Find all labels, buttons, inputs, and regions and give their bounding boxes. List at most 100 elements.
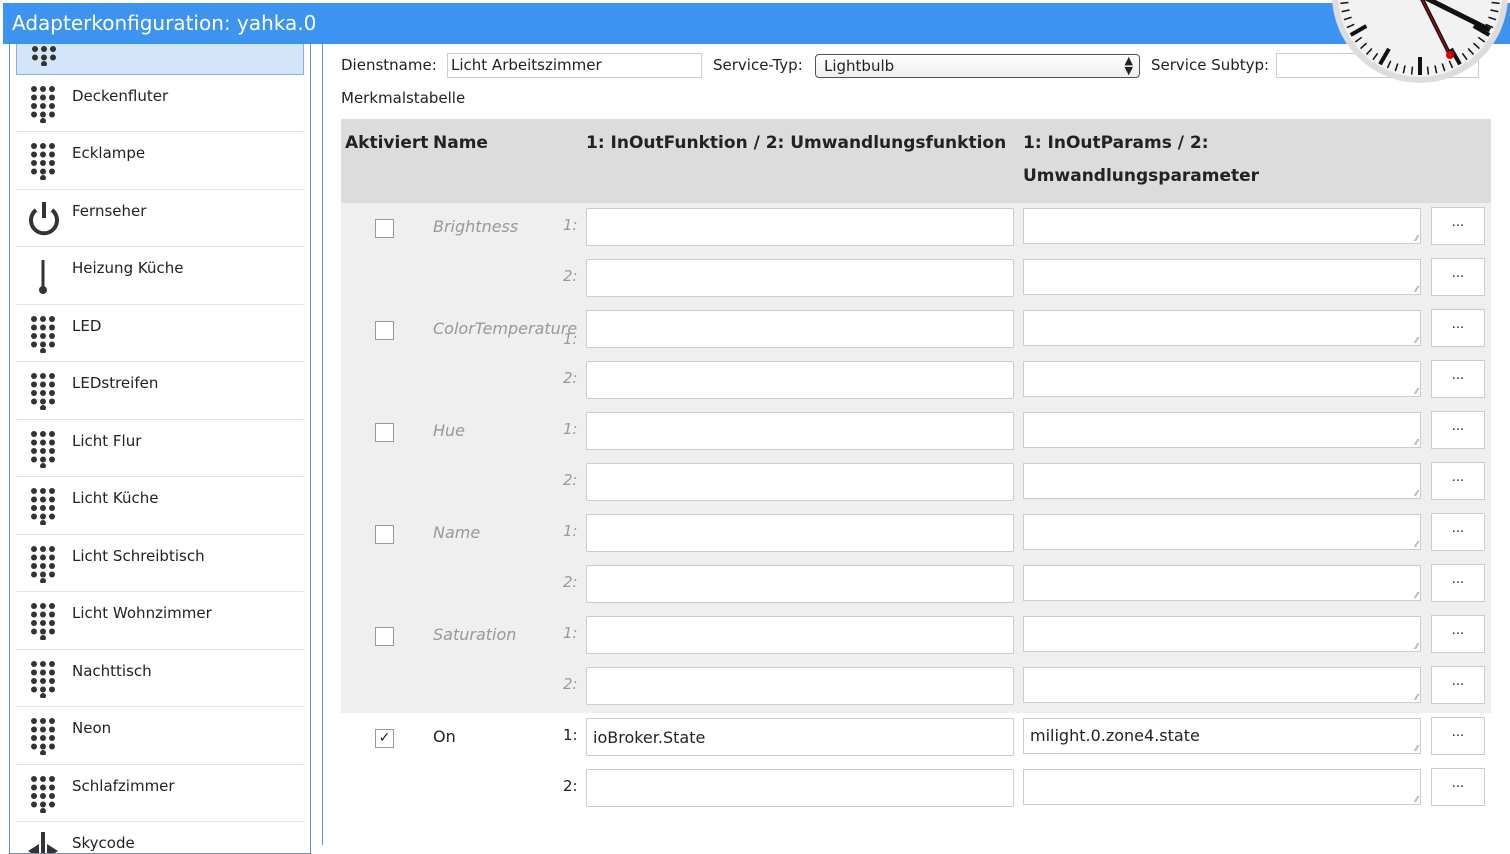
sidebar-item[interactable]: Licht Küche	[16, 477, 304, 535]
sidebar-item-label: LED	[72, 316, 102, 335]
sub-row-1: 1: ...	[341, 509, 1491, 560]
sub-row-label: 1:	[563, 624, 578, 642]
edit-button[interactable]: ...	[1431, 207, 1485, 245]
edit-button[interactable]: ...	[1431, 258, 1485, 296]
sub-row-label: 1:	[563, 522, 578, 540]
dots-icon	[26, 545, 62, 584]
characteristic-row: Name 1: ... 2: ...	[341, 509, 1491, 611]
dots-icon	[26, 487, 62, 526]
edit-button[interactable]: ...	[1431, 411, 1485, 449]
function-input[interactable]	[586, 616, 1014, 654]
edit-button[interactable]: ...	[1431, 615, 1485, 653]
sidebar-item-label: Neon	[72, 719, 112, 737]
sidebar-item[interactable]: LED	[16, 305, 304, 362]
sub-row-1: 1: ioBroker.State milight.0.zone4.state …	[341, 713, 1491, 764]
device-list[interactable]: Deckenfluter Ecklampe Fernseher Heizung Küc…	[9, 44, 311, 854]
sidebar-item-label: Licht Schreibtisch	[72, 546, 205, 565]
sidebar-item-label: Ecklampe	[72, 144, 146, 162]
edit-button[interactable]: ...	[1431, 768, 1485, 806]
function-input[interactable]	[586, 463, 1014, 501]
sub-row-2: 2: ...	[341, 764, 1491, 815]
service-name-label: Dienstname:	[341, 56, 437, 74]
sub-row-label: 2:	[563, 573, 578, 591]
function-input[interactable]	[586, 514, 1014, 552]
table-label: Merkmalstabelle	[341, 89, 466, 107]
service-config: Dienstname: Licht Arbeitszimmer Service-…	[322, 44, 1510, 845]
function-input[interactable]: ioBroker.State	[586, 718, 1014, 756]
sidebar-item[interactable]: Neon	[16, 707, 304, 765]
service-subtype-label: Service Subtyp:	[1151, 56, 1270, 74]
dots-icon	[26, 142, 62, 181]
edit-button[interactable]: ...	[1431, 564, 1485, 602]
sub-row-2: 2: ...	[341, 662, 1491, 713]
sidebar-item-label: Licht Flur	[72, 431, 142, 450]
edit-button[interactable]: ...	[1431, 462, 1485, 500]
function-input[interactable]	[586, 565, 1014, 603]
dots-icon	[26, 372, 62, 411]
params-textarea[interactable]	[1023, 463, 1421, 499]
sub-row-1: 1: ...	[341, 305, 1491, 356]
params-textarea[interactable]: milight.0.zone4.state	[1023, 718, 1421, 754]
sidebar-item[interactable]: Nachttisch	[16, 650, 304, 707]
params-textarea[interactable]	[1023, 259, 1421, 295]
dots-icon	[26, 602, 62, 641]
params-textarea[interactable]	[1023, 208, 1421, 244]
edit-button[interactable]: ...	[1431, 666, 1485, 704]
edit-button[interactable]: ...	[1431, 717, 1485, 755]
params-textarea[interactable]	[1023, 667, 1421, 703]
sub-row-label: 2:	[563, 471, 578, 489]
sidebar-item[interactable]: LEDstreifen	[16, 362, 304, 420]
sidebar-item-label: Fernseher	[72, 201, 147, 220]
switch-icon	[26, 832, 62, 853]
sidebar-item-label: Licht Küche	[72, 489, 159, 507]
function-input[interactable]	[586, 412, 1014, 450]
sidebar-item[interactable]: Licht Flur	[16, 420, 304, 477]
sidebar-item-label: Nachttisch	[72, 661, 152, 680]
sub-row-2: 2: ...	[341, 560, 1491, 611]
sub-row-label: 2:	[563, 369, 578, 387]
sub-row-label: 1:	[563, 330, 578, 348]
function-input[interactable]	[586, 310, 1014, 348]
sidebar-item[interactable]: Heizung Küche	[16, 247, 304, 305]
params-textarea[interactable]	[1023, 565, 1421, 601]
params-textarea[interactable]	[1023, 310, 1421, 346]
sidebar-item[interactable]	[16, 44, 304, 75]
function-input[interactable]	[586, 667, 1014, 705]
power-icon	[26, 200, 62, 238]
params-textarea[interactable]	[1023, 616, 1421, 652]
edit-button[interactable]: ...	[1431, 309, 1485, 347]
service-name-input[interactable]: Licht Arbeitszimmer	[447, 53, 702, 78]
params-textarea[interactable]	[1023, 361, 1421, 397]
edit-button[interactable]: ...	[1431, 513, 1485, 551]
characteristic-row: Brightness 1: ... 2: ...	[341, 203, 1491, 305]
sidebar-item[interactable]: Schlafzimmer	[16, 765, 304, 822]
params-textarea[interactable]	[1023, 412, 1421, 448]
select-arrows-icon: ▲ ▼	[1124, 54, 1133, 77]
sub-row-2: 2: ...	[341, 458, 1491, 509]
sidebar-item[interactable]: Licht Wohnzimmer	[16, 592, 304, 650]
function-input[interactable]	[586, 769, 1014, 807]
sub-row-1: 1: ...	[341, 407, 1491, 458]
window-title: Adapterkonfiguration: yahka.0	[3, 3, 1510, 44]
thermometer-icon	[26, 257, 62, 295]
service-type-select[interactable]: Lightbulb ▲ ▼	[815, 54, 1140, 78]
edit-button[interactable]: ...	[1431, 360, 1485, 398]
function-input[interactable]	[586, 361, 1014, 399]
sub-row-label: 1:	[563, 216, 578, 234]
header-function: 1: InOutFunktion / 2: Umwandlungsfunktio…	[586, 133, 1007, 153]
function-input[interactable]	[586, 208, 1014, 246]
sidebar-item[interactable]: Ecklampe	[16, 132, 304, 190]
dots-icon	[27, 44, 63, 67]
params-textarea[interactable]	[1023, 769, 1421, 805]
characteristic-row: ✓ On 1: ioBroker.State milight.0.zone4.s…	[341, 713, 1491, 815]
characteristic-row: Hue 1: ... 2: ...	[341, 407, 1491, 509]
sidebar-item[interactable]: Skycode	[16, 822, 304, 853]
dots-icon	[26, 430, 62, 469]
sidebar-item-label: Heizung Küche	[72, 259, 184, 277]
sub-row-label: 2:	[563, 675, 578, 693]
sidebar-item[interactable]: Licht Schreibtisch	[16, 535, 304, 592]
sidebar-item[interactable]: Fernseher	[16, 190, 304, 247]
function-input[interactable]	[586, 259, 1014, 297]
sidebar-item[interactable]: Deckenfluter	[16, 75, 304, 132]
params-textarea[interactable]	[1023, 514, 1421, 550]
